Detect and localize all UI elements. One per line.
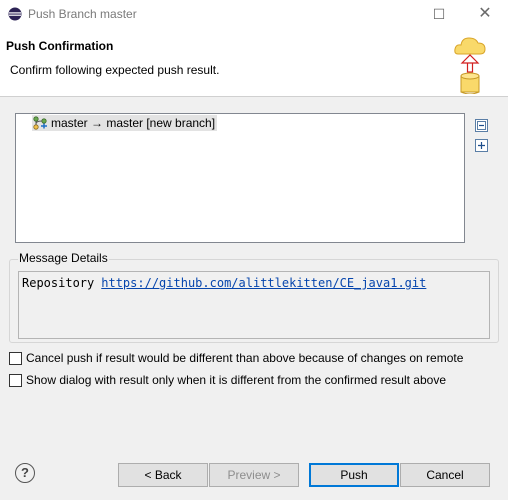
maximize-button[interactable]: ☐ bbox=[424, 2, 454, 26]
repository-line: Repository https://github.com/alittlekitt… bbox=[22, 276, 426, 290]
message-details-label: Message Details bbox=[18, 251, 109, 265]
cancel-if-different-option[interactable]: Cancel push if result would be different… bbox=[9, 351, 463, 365]
cancel-button[interactable]: Cancel bbox=[400, 463, 490, 487]
eclipse-icon bbox=[8, 7, 22, 21]
collapse-all-icon[interactable] bbox=[475, 119, 488, 132]
cancel-if-different-label: Cancel push if result would be different… bbox=[26, 351, 464, 365]
show-dialog-option[interactable]: Show dialog with result only when it is … bbox=[9, 373, 446, 387]
push-button[interactable]: Push bbox=[309, 463, 399, 487]
close-button[interactable]: ✕ bbox=[470, 2, 500, 26]
preview-button[interactable]: Preview > bbox=[209, 463, 299, 487]
message-details-text: Repository https://github.com/alittlekitt… bbox=[18, 271, 490, 339]
show-dialog-label: Show dialog with result only when it is … bbox=[26, 373, 446, 387]
repository-link[interactable]: https://github.com/alittlekitten/CE_java… bbox=[101, 276, 426, 290]
back-button[interactable]: < Back bbox=[118, 463, 208, 487]
cancel-if-different-checkbox[interactable] bbox=[9, 351, 22, 365]
page-title: Push Confirmation bbox=[6, 39, 114, 53]
repository-label: Repository bbox=[22, 276, 95, 290]
wizard-header: Push Confirmation Confirm following expe… bbox=[0, 28, 508, 97]
push-to-cloud-icon bbox=[454, 37, 486, 94]
window-title: Push Branch master bbox=[28, 7, 137, 21]
branch-icon bbox=[33, 116, 47, 130]
title-bar: Push Branch master ☐ ✕ bbox=[0, 0, 508, 28]
page-description: Confirm following expected push result. bbox=[10, 63, 220, 77]
help-button[interactable]: ? bbox=[15, 463, 35, 483]
expand-all-icon[interactable] bbox=[475, 139, 488, 152]
show-dialog-checkbox[interactable] bbox=[9, 373, 22, 387]
tree-item-branch[interactable]: master → master [new branch] bbox=[32, 115, 218, 131]
push-result-tree[interactable]: master → master [new branch] bbox=[15, 113, 465, 243]
tree-item-label: master → master [new branch] bbox=[51, 116, 216, 130]
